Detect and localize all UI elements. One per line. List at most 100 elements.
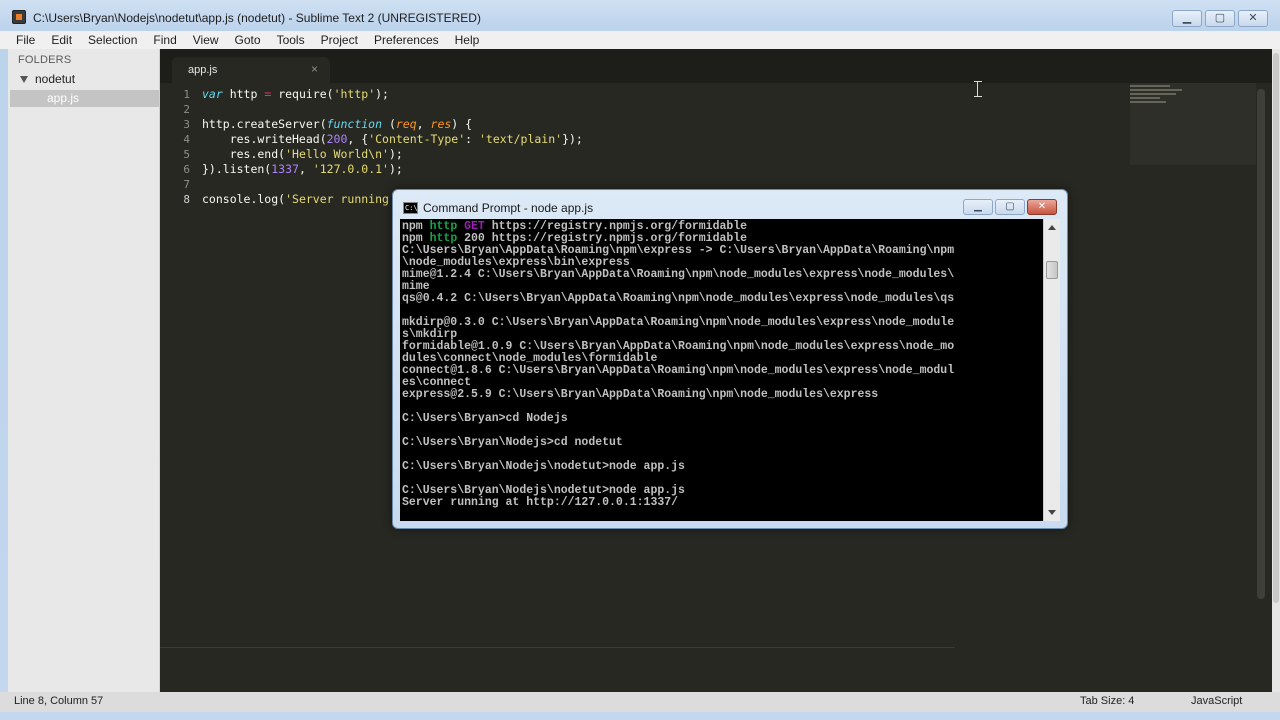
code-line-5: res.end('Hello World\n'); <box>202 147 583 162</box>
sidebar: FOLDERS nodetut app.js <box>8 49 159 692</box>
tab-size-selector[interactable]: Tab Size: 4 <box>1080 695 1134 707</box>
console-line: connect@1.8.6 C:\Users\Bryan\AppData\Roa… <box>402 364 955 377</box>
cmd-close-button[interactable]: ✕ <box>1027 199 1057 215</box>
line-number: 4 <box>183 133 190 146</box>
minimize-icon: ▁ <box>1182 12 1192 24</box>
code-token: '127.0.0.1' <box>312 162 389 176</box>
line-number: 1 <box>183 88 190 101</box>
minimize-button[interactable]: ▁ <box>1172 10 1202 27</box>
code-token: console.log( <box>202 192 286 206</box>
code-line-6: }).listen(1337, '127.0.0.1'); <box>202 162 583 177</box>
scroll-up-icon[interactable] <box>1048 225 1056 230</box>
code-token: ) { <box>451 117 473 131</box>
tab-app-js[interactable]: app.js × <box>172 57 330 83</box>
sidebar-folder-nodetut[interactable]: nodetut <box>20 72 75 86</box>
code-line-3: http.createServer(function (req, res) { <box>202 117 583 132</box>
minimap[interactable] <box>1130 83 1256 165</box>
window-scrollbar[interactable] <box>1272 49 1280 692</box>
code-token: 'Hello World\n' <box>285 147 389 161</box>
sublime-window: C:\Users\Bryan\Nodejs\nodetut\app.js (no… <box>0 0 1280 720</box>
code-token: res.end( <box>202 147 286 161</box>
cmd-window-controls: ▁ ▢ ✕ <box>963 199 1057 215</box>
minimap-line <box>1130 101 1166 103</box>
command-prompt-window[interactable]: C:\ Command Prompt - node app.js ▁ ▢ ✕ n… <box>392 189 1068 529</box>
scroll-thumb[interactable] <box>1046 261 1058 279</box>
code-token: ); <box>388 162 403 176</box>
status-bar: Line 8, Column 57 Tab Size: 4 JavaScript <box>0 692 1280 712</box>
menu-preferences[interactable]: Preferences <box>366 31 447 49</box>
code-token: 'text/plain' <box>478 132 563 146</box>
minimap-line <box>1130 85 1170 87</box>
folders-header: FOLDERS <box>18 54 72 66</box>
tab-close-icon[interactable]: × <box>311 62 318 76</box>
cmd-minimize-button[interactable]: ▁ <box>963 199 993 215</box>
console-line: mime@1.2.4 C:\Users\Bryan\AppData\Roamin… <box>402 268 955 281</box>
code-token: 1337 <box>271 162 299 176</box>
menu-tools[interactable]: Tools <box>269 31 313 49</box>
cursor-position: Line 8, Column 57 <box>14 695 104 707</box>
menu-bar: File Edit Selection Find View Goto Tools… <box>0 31 1280 49</box>
menu-project[interactable]: Project <box>313 31 366 49</box>
text-cursor-icon <box>974 81 982 97</box>
close-button[interactable]: ✕ <box>1238 10 1268 27</box>
line-number: 3 <box>183 118 190 131</box>
close-icon: ✕ <box>1248 12 1258 24</box>
sidebar-file-app-js[interactable]: app.js <box>10 90 159 107</box>
code-token: , <box>298 162 313 176</box>
menu-view[interactable]: View <box>185 31 227 49</box>
menu-file[interactable]: File <box>8 31 43 49</box>
editor-scrollbar[interactable] <box>1257 89 1265 599</box>
console-output[interactable]: npm http GET https://registry.npmjs.org/… <box>400 219 1043 521</box>
code-line-4: res.writeHead(200, {'Content-Type': 'tex… <box>202 132 583 147</box>
maximize-button[interactable]: ▢ <box>1205 10 1235 27</box>
menu-find[interactable]: Find <box>145 31 184 49</box>
console-line: Server running at http://127.0.0.1:1337/ <box>402 496 679 509</box>
menu-edit[interactable]: Edit <box>43 31 80 49</box>
code-token: require( <box>271 87 334 101</box>
line-number-gutter: 1 2 3 4 5 6 7 8 <box>160 87 190 207</box>
console-line: mkdirp@0.3.0 C:\Users\Bryan\AppData\Roam… <box>402 316 955 329</box>
console-line: C:\Users\Bryan\Nodejs>cd nodetut <box>402 436 623 449</box>
minimap-line <box>1130 89 1182 91</box>
code-token: 'Content-Type' <box>368 132 466 146</box>
cmd-window-title: Command Prompt - node app.js <box>423 201 594 215</box>
minimap-line <box>1130 97 1160 99</box>
cmd-scrollbar[interactable] <box>1043 219 1060 521</box>
folder-label: nodetut <box>35 72 76 86</box>
console-line: C:\Users\Bryan\Nodejs\nodetut>node app.j… <box>402 460 685 473</box>
menu-help[interactable]: Help <box>447 31 488 49</box>
scroll-down-icon[interactable] <box>1048 510 1056 515</box>
code-token: http <box>222 87 265 101</box>
code-line-1: var http = require('http'); <box>202 87 583 102</box>
cmd-maximize-button[interactable]: ▢ <box>995 199 1025 215</box>
line-number: 7 <box>183 178 190 191</box>
code-token: ); <box>388 147 403 161</box>
console-line: qs@0.4.2 C:\Users\Bryan\AppData\Roaming\… <box>402 292 955 305</box>
code-token: }).listen( <box>202 162 272 176</box>
code-token: , <box>416 117 431 131</box>
menu-goto[interactable]: Goto <box>227 31 269 49</box>
code-token: http.createServer( <box>202 117 327 131</box>
code-token: 'http' <box>333 87 376 101</box>
code-token: : <box>465 132 479 146</box>
code-token: var <box>202 87 223 101</box>
window-bottom-edge <box>0 712 1280 720</box>
code-token: ( <box>382 117 396 131</box>
editor-divider <box>160 647 955 648</box>
line-number: 2 <box>183 103 190 116</box>
menu-selection[interactable]: Selection <box>80 31 145 49</box>
code-token: }); <box>562 132 583 146</box>
title-bar[interactable]: C:\Users\Bryan\Nodejs\nodetut\app.js (no… <box>0 0 1280 31</box>
folder-expand-icon <box>20 76 28 84</box>
code-token: , { <box>347 132 369 146</box>
line-number: 6 <box>183 163 190 176</box>
code-token: res.writeHead( <box>202 132 327 146</box>
line-number: 5 <box>183 148 190 161</box>
window-controls: ▁ ▢ ✕ <box>1172 10 1268 27</box>
tab-label: app.js <box>188 64 218 76</box>
code-token: function <box>326 117 383 131</box>
console-line: C:\Users\Bryan>cd Nodejs <box>402 412 568 425</box>
syntax-selector[interactable]: JavaScript <box>1191 695 1242 707</box>
line-number-current: 8 <box>183 193 190 206</box>
